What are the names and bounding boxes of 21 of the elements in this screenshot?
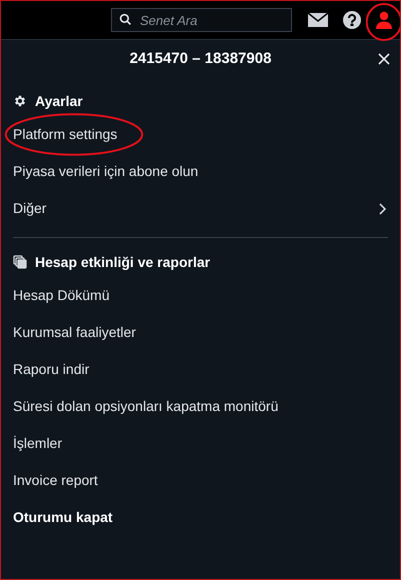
menu-item[interactable]: Süresi dolan opsiyonları kapatma monitörü — [13, 396, 278, 417]
search-field[interactable]: Senet Ara — [111, 8, 292, 32]
menu-item[interactable]: Hesap Dökümü — [13, 285, 110, 306]
menu-item[interactable]: Kurumsal faaliyetler — [13, 322, 136, 343]
section-heading: Hesap etkinliği ve raporlar — [35, 252, 210, 272]
panel-title: 2415470 – 18387908 — [130, 48, 272, 69]
search-icon — [119, 13, 132, 26]
documents-icon — [13, 255, 27, 269]
chevron-icon — [378, 202, 386, 214]
mail-icon[interactable] — [308, 13, 328, 27]
menu-item[interactable]: Oturumu kapat — [13, 507, 113, 528]
close-icon[interactable] — [378, 53, 390, 65]
user-icon[interactable] — [375, 11, 393, 29]
menu-item[interactable]: Invoice report — [13, 470, 98, 491]
section-heading: Ayarlar — [35, 92, 83, 111]
menu-item[interactable]: Diğer — [13, 198, 388, 219]
menu-item[interactable]: Raporu indir — [13, 359, 90, 380]
menu-item[interactable]: İşlemler — [13, 433, 62, 454]
help-icon[interactable] — [343, 11, 361, 29]
gear-icon — [13, 94, 27, 108]
menu-item[interactable]: Piyasa verileri için abone olun — [13, 161, 198, 182]
